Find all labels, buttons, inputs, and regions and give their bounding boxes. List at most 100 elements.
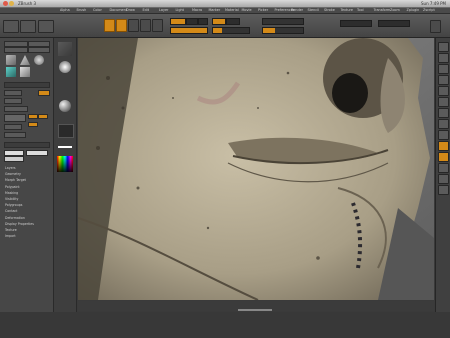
minimize-icon[interactable] — [9, 1, 14, 6]
rotate-tool-button[interactable] — [152, 19, 163, 32]
color-main-indicator — [58, 146, 72, 148]
color-picker-icon[interactable] — [57, 156, 73, 172]
tool-option-a[interactable] — [4, 90, 22, 96]
tool-subpalette-geometry[interactable]: Geometry — [5, 172, 21, 176]
menu-movie[interactable]: Movie — [242, 8, 252, 12]
view-scroll-button[interactable] — [438, 42, 449, 52]
focal-shift-slider[interactable] — [262, 18, 304, 25]
menu-draw[interactable]: Draw — [126, 8, 135, 12]
tool-option-d[interactable] — [4, 106, 28, 112]
tool-section-item-c[interactable] — [4, 156, 24, 162]
menu-zoom[interactable]: Zoom — [390, 8, 400, 12]
top-toolbar — [0, 14, 450, 38]
menu-texture[interactable]: Texture — [341, 8, 353, 12]
menu-tool[interactable]: Tool — [357, 8, 364, 12]
tool-subpalette-morph-target[interactable]: Morph Target — [5, 178, 26, 182]
view-zoom-button[interactable] — [438, 53, 449, 63]
export-button[interactable] — [28, 47, 50, 53]
tool-subpalette-deformation[interactable]: Deformation — [5, 216, 25, 220]
view-transp-button[interactable] — [438, 185, 449, 195]
tool-subpalette-visibility[interactable]: Visibility — [5, 197, 18, 201]
brush-icon[interactable] — [58, 42, 72, 56]
subtool-header[interactable] — [4, 82, 50, 88]
sphere-tool-icon[interactable] — [34, 55, 44, 65]
material-sphere-icon[interactable] — [59, 100, 71, 112]
view-actual-button[interactable] — [438, 64, 449, 74]
menu-brush[interactable]: Brush — [77, 8, 87, 12]
view-frame-button[interactable] — [438, 130, 449, 140]
tool-subpalette-polygroups[interactable]: Polygroups — [5, 203, 22, 207]
texture-off-icon[interactable] — [58, 124, 74, 138]
menu-layer[interactable]: Layer — [159, 8, 168, 12]
move-tool-button[interactable] — [128, 19, 139, 32]
view-xyz-button[interactable] — [438, 119, 449, 129]
tool-option-c[interactable] — [4, 98, 22, 104]
import-button[interactable] — [4, 47, 28, 53]
view-persp-button[interactable] — [438, 86, 449, 96]
suv-toggle[interactable] — [38, 114, 48, 119]
rgb-intensity-slider[interactable] — [170, 27, 208, 34]
zadd-toggle[interactable] — [212, 18, 226, 25]
draw-size-slider[interactable] — [262, 27, 304, 34]
polymesh-tool-icon[interactable] — [6, 67, 16, 77]
quick-sketch-button[interactable] — [38, 20, 54, 33]
lightbox-button[interactable] — [20, 20, 36, 33]
tool-option-b[interactable] — [38, 90, 50, 96]
m-toggle[interactable] — [198, 18, 208, 25]
tool-subpalette-masking[interactable]: Masking — [5, 191, 18, 195]
menu-light[interactable]: Light — [176, 8, 184, 12]
projection-master-button[interactable] — [3, 20, 19, 33]
layout-toggle-button[interactable] — [430, 20, 441, 33]
tool-section-header[interactable] — [4, 142, 50, 148]
tool-subpalette-display-properties[interactable]: Display Properties — [5, 222, 34, 226]
tool-section-item-b[interactable] — [26, 150, 48, 156]
tool-subpalette-polypaint[interactable]: Polypaint — [5, 185, 20, 189]
lower-res-button[interactable] — [4, 124, 22, 130]
menu-marker[interactable]: Marker — [209, 8, 221, 12]
menu-render[interactable]: Render — [291, 8, 303, 12]
tool-subpalette-import[interactable]: Import — [5, 234, 16, 238]
mrgb-toggle[interactable] — [170, 18, 186, 25]
view-local-button[interactable] — [438, 108, 449, 118]
menu-alpha[interactable]: Alpha — [60, 8, 70, 12]
zsub-toggle[interactable] — [226, 18, 240, 25]
divide-button[interactable] — [4, 114, 26, 122]
canvas-viewport[interactable] — [78, 38, 434, 300]
menu-material[interactable]: Material — [225, 8, 239, 12]
view-aahalf-button[interactable] — [438, 75, 449, 85]
tool-subpalette-layers[interactable]: Layers — [5, 166, 16, 170]
tool-subpalette-texture[interactable]: Texture — [5, 228, 17, 232]
higher-res-button[interactable] — [28, 122, 38, 127]
rgb-toggle[interactable] — [186, 18, 198, 25]
menu-stencil[interactable]: Stencil — [308, 8, 319, 12]
draw-tool-button[interactable] — [116, 19, 127, 32]
cone-tool-icon[interactable] — [20, 55, 30, 65]
menu-transform[interactable]: Transform — [374, 8, 391, 12]
view-move-button[interactable] — [438, 141, 449, 151]
view-floor-button[interactable] — [438, 97, 449, 107]
view-polyf-button[interactable] — [438, 174, 449, 184]
menu-document[interactable]: Document — [110, 8, 128, 12]
menu-stroke[interactable]: Stroke — [324, 8, 335, 12]
plane-tool-icon[interactable] — [20, 67, 30, 77]
tool-subpalette-contact[interactable]: Contact — [5, 209, 17, 213]
shelf-grip-handle[interactable] — [238, 309, 272, 311]
z-intensity-slider[interactable] — [212, 27, 250, 34]
title-bar: ZBrush 3 Sun 7:49 PM — [0, 0, 450, 8]
smt-toggle[interactable] — [28, 114, 38, 119]
menu-picker[interactable]: Picker — [258, 8, 268, 12]
menu-zscript[interactable]: Zscript — [423, 8, 435, 12]
view-scale-button[interactable] — [438, 152, 449, 162]
view-rotate-button[interactable] — [438, 163, 449, 173]
scale-tool-button[interactable] — [140, 19, 151, 32]
menu-edit[interactable]: Edit — [143, 8, 150, 12]
brush-shelf — [54, 38, 77, 338]
menu-color[interactable]: Color — [93, 8, 102, 12]
tool-thumbnail-icon[interactable] — [6, 55, 16, 65]
stroke-dots-icon[interactable] — [59, 61, 71, 73]
menu-macro[interactable]: Macro — [192, 8, 202, 12]
menu-zplugin[interactable]: Zplugin — [407, 8, 420, 12]
del-lower-button[interactable] — [4, 132, 26, 138]
edit-tool-button[interactable] — [104, 19, 115, 32]
close-icon[interactable] — [3, 1, 8, 6]
